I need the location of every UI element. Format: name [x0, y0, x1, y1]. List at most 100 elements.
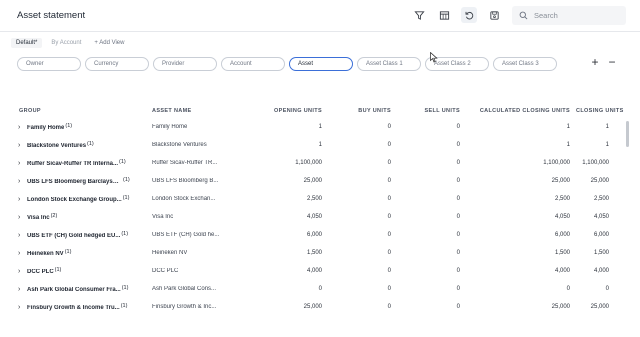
table-row[interactable]: › DCC PLC(1) DCC PLC 4,000 0 0 4,000 4,000 [16, 262, 615, 280]
chip-account[interactable]: Account [221, 57, 285, 71]
opening-units-cell: 1,500 [306, 250, 322, 256]
opening-units-cell: 1,100,000 [295, 160, 322, 166]
col-header-closing-units[interactable]: CLOSING UNITS [576, 104, 623, 118]
group-count: (1) [120, 303, 128, 309]
opening-units-cell: 4,050 [306, 214, 322, 220]
chip-asset[interactable]: Asset [289, 57, 353, 71]
chip-currency[interactable]: Currency [85, 57, 149, 71]
asset-name-cell: London Stock Exchan... [149, 190, 239, 208]
group-count: (1) [64, 249, 72, 255]
tab-default[interactable]: Default* [11, 38, 43, 48]
group-label: DCC PLC [27, 269, 54, 275]
group-label: Visa Inc [27, 215, 50, 221]
asset-name: Family Home [152, 124, 188, 130]
opening-units-cell: 1 [318, 124, 322, 130]
asset-name: Heineken NV [152, 250, 188, 256]
group-cell: › Blackstone Ventures(1) [16, 136, 149, 154]
table-row[interactable]: › UBS LFS Bloomberg BarclaysTi... (1) UBS L… [16, 172, 615, 190]
vertical-scrollbar[interactable] [626, 121, 629, 147]
chevron-right-icon[interactable]: › [18, 124, 27, 131]
col-header-group[interactable]: GROUP [16, 104, 149, 118]
chip-asset-class-1[interactable]: Asset Class 1 [357, 57, 421, 71]
chip-asset-class-3[interactable]: Asset Class 3 [493, 57, 557, 71]
table-row[interactable]: › UBS ETF (CH) Gold hedged EU...(1) UBS ET… [16, 226, 615, 244]
group-cell: › Visa Inc(2) [16, 208, 149, 226]
calculated-closing-units-cell: 25,000 [551, 304, 570, 310]
add-view-button[interactable]: + Add View [94, 40, 124, 46]
chevron-right-icon[interactable]: › [18, 160, 27, 167]
group-label: Family Home [27, 125, 65, 131]
buy-units-cell: 0 [387, 268, 391, 274]
col-header-calculated-closing-units[interactable]: CALCULATED CLOSING UNITS [466, 104, 576, 118]
save-icon[interactable] [486, 7, 502, 23]
page-title: Asset statement [17, 10, 86, 21]
table-row[interactable]: › Blackstone Ventures(1) Blackstone Ventur… [16, 136, 615, 154]
opening-units-cell: 0 [318, 286, 322, 292]
col-header-opening-units[interactable]: OPENING UNITS [239, 104, 328, 118]
col-header-asset-name[interactable]: ASSET NAME [149, 104, 239, 118]
remove-grouping-button[interactable]: − [606, 55, 618, 69]
group-cell: › Ruffer Sicav-Ruffer TR Interna...(1) [16, 154, 149, 172]
refresh-icon[interactable] [461, 7, 477, 23]
group-cell: › UBS LFS Bloomberg BarclaysTi... (1) [16, 172, 149, 190]
chevron-right-icon[interactable]: › [18, 286, 27, 293]
calculated-closing-units-cell: 4,050 [554, 214, 570, 220]
table-row[interactable]: › Heineken NV(1) Heineken NV 1,500 0 0 1,500 1,… [16, 244, 615, 262]
asset-name: Visa Inc [152, 214, 174, 220]
table-row[interactable]: › Ruffer Sicav-Ruffer TR Interna...(1) Ruf… [16, 154, 615, 172]
chevron-right-icon[interactable]: › [18, 304, 27, 311]
chip-provider[interactable]: Provider [153, 57, 217, 71]
calculated-closing-units-cell: 0 [566, 286, 570, 292]
col-header-sell-units[interactable]: SELL UNITS [397, 104, 466, 118]
group-cell: › Heineken NV(1) [16, 244, 149, 262]
table-header: GROUP ASSET NAME OPENING UNITS BUY UNITS… [16, 104, 623, 118]
add-grouping-button[interactable]: + [589, 55, 601, 69]
chevron-right-icon[interactable]: › [18, 214, 27, 221]
closing-units-cell: 25,000 [590, 304, 609, 310]
buy-units-cell: 0 [387, 124, 391, 130]
asset-name: Finsbury Growth & Inc... [152, 304, 217, 310]
group-label: UBS LFS Bloomberg BarclaysTi... [27, 179, 122, 185]
calculated-closing-units-cell: 25,000 [551, 178, 570, 184]
group-cell: › London Stock Exchange Group...(1) [16, 190, 149, 208]
columns-icon[interactable] [436, 7, 452, 23]
asset-name-cell: UBS ETF (CH) Gold he... [149, 226, 239, 244]
asset-name-cell: Family Home [149, 118, 239, 136]
buy-units-cell: 0 [387, 304, 391, 310]
calculated-closing-units-cell: 2,500 [554, 196, 570, 202]
table-row[interactable]: › London Stock Exchange Group...(1) London… [16, 190, 615, 208]
group-label: London Stock Exchange Group... [27, 197, 122, 203]
table-row[interactable]: › Visa Inc(2) Visa Inc 4,050 0 0 4,050 4,050 [16, 208, 615, 226]
table-row[interactable]: › Family Home(1) Family Home 1 0 0 1 1 [16, 118, 615, 136]
filter-icon[interactable] [411, 7, 427, 23]
chevron-right-icon[interactable]: › [18, 178, 27, 185]
group-cell: › Finsbury Growth & Income Tru...(1) [16, 298, 149, 316]
buy-units-cell: 0 [387, 142, 391, 148]
asset-name-cell: Visa Inc [149, 208, 239, 226]
tab-by-account[interactable]: By Account [46, 38, 86, 48]
chevron-right-icon[interactable]: › [18, 142, 27, 149]
search-icon [519, 7, 528, 25]
view-tabs: Default* By Account + Add View [11, 36, 124, 50]
buy-units-cell: 0 [387, 250, 391, 256]
chevron-right-icon[interactable]: › [18, 268, 27, 275]
sell-units-cell: 0 [456, 178, 460, 184]
chevron-right-icon[interactable]: › [18, 196, 27, 203]
asset-name-cell: DCC PLC [149, 262, 239, 280]
chevron-right-icon[interactable]: › [18, 250, 27, 257]
search-box[interactable] [512, 6, 626, 25]
col-header-buy-units[interactable]: BUY UNITS [328, 104, 397, 118]
sell-units-cell: 0 [456, 214, 460, 220]
closing-units-cell: 1,500 [593, 250, 609, 256]
group-label: Heineken NV [27, 251, 64, 257]
group-label: Ruffer Sicav-Ruffer TR Interna... [27, 161, 119, 167]
table-row[interactable]: › Finsbury Growth & Income Tru...(1) Finsb… [16, 298, 615, 316]
table-row[interactable]: › Ash Park Global Consumer Fra...(1) Ash P… [16, 280, 615, 298]
asset-name-cell: Finsbury Growth & Inc... [149, 298, 239, 316]
chip-owner[interactable]: Owner [17, 57, 81, 71]
calculated-closing-units-cell: 6,000 [554, 232, 570, 238]
closing-units-cell: 6,000 [593, 232, 609, 238]
chevron-right-icon[interactable]: › [18, 232, 27, 239]
asset-name-cell: Ruffer Sicav-Ruffer TR... [149, 154, 239, 172]
search-input[interactable] [534, 11, 624, 20]
